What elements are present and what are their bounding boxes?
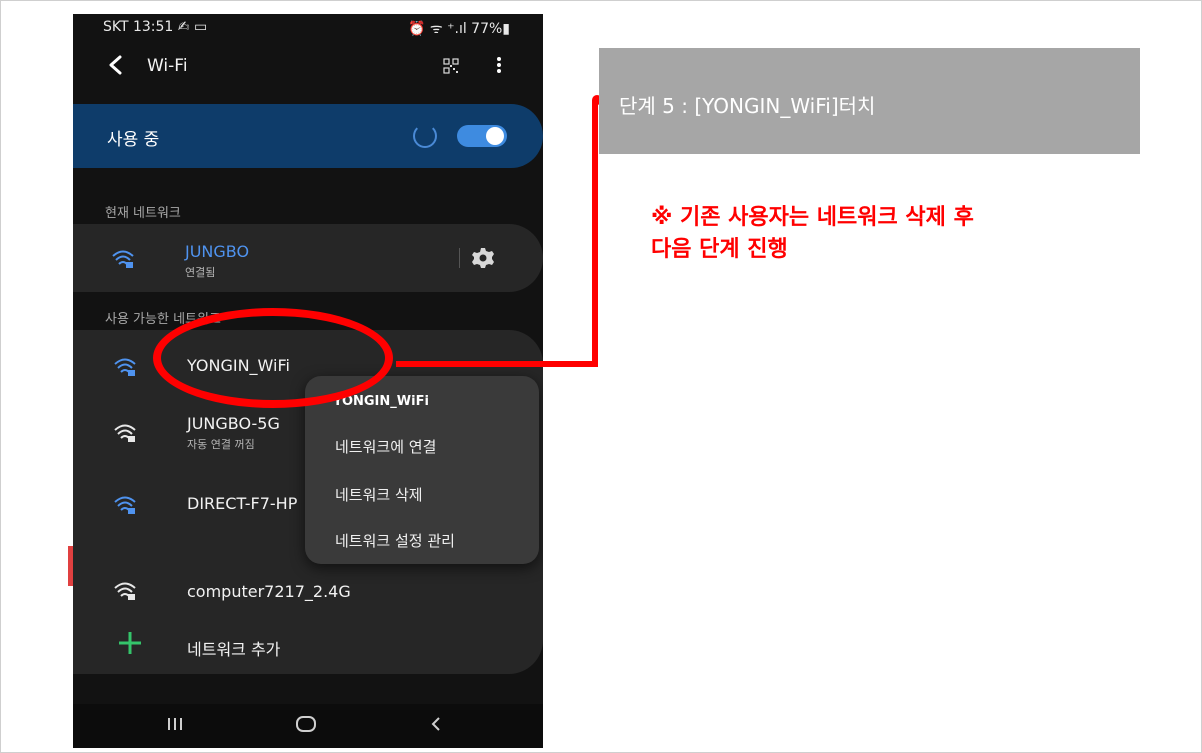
step-callout: 단계 5 : [YONGIN_WiFi]터치 <box>599 48 1140 154</box>
notice-line-1: ※ 기존 사용자는 네트워크 삭제 후 <box>651 205 974 230</box>
notice-text: ※ 기존 사용자는 네트워크 삭제 후 다음 단계 진행 <box>651 202 1111 266</box>
notice-line-2: 다음 단계 진행 <box>651 237 788 262</box>
callout-text: 단계 5 : [YONGIN_WiFi]터치 <box>619 94 876 118</box>
